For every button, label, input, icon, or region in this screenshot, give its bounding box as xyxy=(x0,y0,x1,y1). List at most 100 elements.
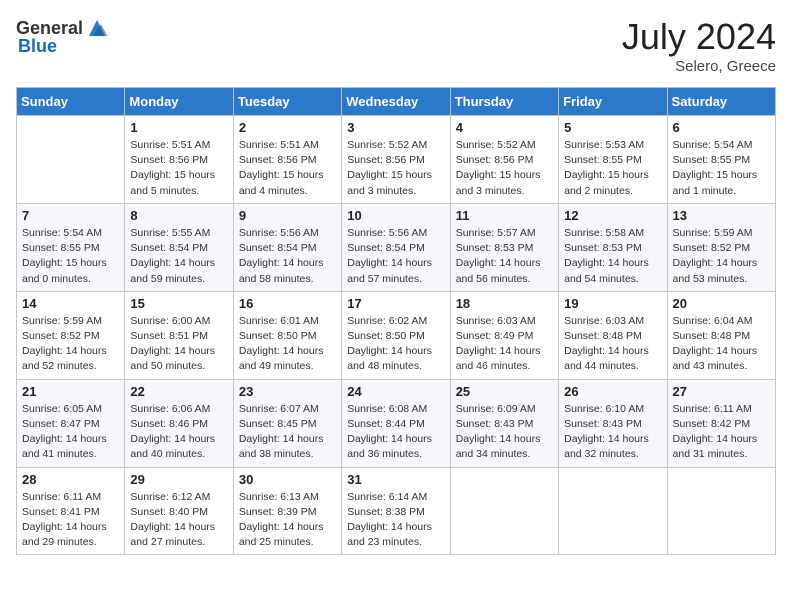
day-info: Sunrise: 6:07 AM Sunset: 8:45 PM Dayligh… xyxy=(239,402,336,463)
calendar-cell: 11 Sunrise: 5:57 AM Sunset: 8:53 PM Dayli… xyxy=(450,203,558,291)
day-info: Sunrise: 5:57 AM Sunset: 8:53 PM Dayligh… xyxy=(456,226,553,287)
calendar-cell: 15 Sunrise: 6:00 AM Sunset: 8:51 PM Dayli… xyxy=(125,291,233,379)
calendar-cell: 19Sunrise: 6:03 AM Sunset: 8:48 PM Dayli… xyxy=(559,291,667,379)
day-info: Sunrise: 6:03 AM Sunset: 8:48 PM Dayligh… xyxy=(564,314,661,375)
day-info: Sunrise: 5:54 AM Sunset: 8:55 PM Dayligh… xyxy=(673,138,770,199)
calendar-cell: 21 Sunrise: 6:05 AM Sunset: 8:47 PM Dayli… xyxy=(17,379,125,467)
calendar-body: 1 Sunrise: 5:51 AM Sunset: 8:56 PM Daylig… xyxy=(17,116,776,555)
calendar-cell: 3 Sunrise: 5:52 AM Sunset: 8:56 PM Daylig… xyxy=(342,116,450,204)
day-info: Sunrise: 5:59 AM Sunset: 8:52 PM Dayligh… xyxy=(673,226,770,287)
calendar-cell xyxy=(450,467,558,555)
day-number: 21 xyxy=(22,384,119,399)
calendar-cell: 16 Sunrise: 6:01 AM Sunset: 8:50 PM Dayli… xyxy=(233,291,341,379)
calendar-cell: 23Sunrise: 6:07 AM Sunset: 8:45 PM Dayli… xyxy=(233,379,341,467)
weekday-header: Tuesday xyxy=(233,88,341,116)
month-year: July 2024 xyxy=(622,16,776,58)
day-info: Sunrise: 6:11 AM Sunset: 8:41 PM Dayligh… xyxy=(22,490,119,551)
calendar-cell: 31 Sunrise: 6:14 AM Sunset: 8:38 PM Dayli… xyxy=(342,467,450,555)
day-info: Sunrise: 6:01 AM Sunset: 8:50 PM Dayligh… xyxy=(239,314,336,375)
day-number: 16 xyxy=(239,296,336,311)
day-info: Sunrise: 6:03 AM Sunset: 8:49 PM Dayligh… xyxy=(456,314,553,375)
day-number: 1 xyxy=(130,120,227,135)
day-info: Sunrise: 5:52 AM Sunset: 8:56 PM Dayligh… xyxy=(347,138,444,199)
day-number: 22 xyxy=(130,384,227,399)
header-row: SundayMondayTuesdayWednesdayThursdayFrid… xyxy=(17,88,776,116)
day-info: Sunrise: 5:56 AM Sunset: 8:54 PM Dayligh… xyxy=(239,226,336,287)
day-info: Sunrise: 6:02 AM Sunset: 8:50 PM Dayligh… xyxy=(347,314,444,375)
day-info: Sunrise: 6:10 AM Sunset: 8:43 PM Dayligh… xyxy=(564,402,661,463)
day-info: Sunrise: 5:59 AM Sunset: 8:52 PM Dayligh… xyxy=(22,314,119,375)
day-number: 28 xyxy=(22,472,119,487)
logo-icon xyxy=(85,16,109,40)
day-info: Sunrise: 6:00 AM Sunset: 8:51 PM Dayligh… xyxy=(130,314,227,375)
day-info: Sunrise: 5:54 AM Sunset: 8:55 PM Dayligh… xyxy=(22,226,119,287)
weekday-header: Saturday xyxy=(667,88,775,116)
day-number: 6 xyxy=(673,120,770,135)
page-header: General Blue July 2024 Selero, Greece xyxy=(16,16,776,75)
calendar-cell: 2 Sunrise: 5:51 AM Sunset: 8:56 PM Daylig… xyxy=(233,116,341,204)
day-info: Sunrise: 5:55 AM Sunset: 8:54 PM Dayligh… xyxy=(130,226,227,287)
calendar-cell: 9 Sunrise: 5:56 AM Sunset: 8:54 PM Daylig… xyxy=(233,203,341,291)
day-number: 25 xyxy=(456,384,553,399)
day-info: Sunrise: 6:13 AM Sunset: 8:39 PM Dayligh… xyxy=(239,490,336,551)
calendar-cell: 7 Sunrise: 5:54 AM Sunset: 8:55 PM Daylig… xyxy=(17,203,125,291)
day-info: Sunrise: 5:58 AM Sunset: 8:53 PM Dayligh… xyxy=(564,226,661,287)
calendar-cell: 12 Sunrise: 5:58 AM Sunset: 8:53 PM Dayli… xyxy=(559,203,667,291)
calendar-week-row: 7 Sunrise: 5:54 AM Sunset: 8:55 PM Daylig… xyxy=(17,203,776,291)
calendar-cell: 14Sunrise: 5:59 AM Sunset: 8:52 PM Dayli… xyxy=(17,291,125,379)
day-number: 27 xyxy=(673,384,770,399)
day-info: Sunrise: 6:14 AM Sunset: 8:38 PM Dayligh… xyxy=(347,490,444,551)
day-number: 4 xyxy=(456,120,553,135)
day-number: 7 xyxy=(22,208,119,223)
day-info: Sunrise: 6:09 AM Sunset: 8:43 PM Dayligh… xyxy=(456,402,553,463)
day-number: 2 xyxy=(239,120,336,135)
day-info: Sunrise: 5:56 AM Sunset: 8:54 PM Dayligh… xyxy=(347,226,444,287)
weekday-header: Monday xyxy=(125,88,233,116)
day-info: Sunrise: 6:05 AM Sunset: 8:47 PM Dayligh… xyxy=(22,402,119,463)
calendar-cell xyxy=(17,116,125,204)
calendar-cell: 24Sunrise: 6:08 AM Sunset: 8:44 PM Dayli… xyxy=(342,379,450,467)
calendar-header: SundayMondayTuesdayWednesdayThursdayFrid… xyxy=(17,88,776,116)
weekday-header: Friday xyxy=(559,88,667,116)
day-info: Sunrise: 6:08 AM Sunset: 8:44 PM Dayligh… xyxy=(347,402,444,463)
calendar-cell: 13Sunrise: 5:59 AM Sunset: 8:52 PM Dayli… xyxy=(667,203,775,291)
logo: General Blue xyxy=(16,16,109,57)
calendar-cell xyxy=(559,467,667,555)
calendar-week-row: 28 Sunrise: 6:11 AM Sunset: 8:41 PM Dayli… xyxy=(17,467,776,555)
day-number: 11 xyxy=(456,208,553,223)
day-number: 26 xyxy=(564,384,661,399)
day-info: Sunrise: 5:51 AM Sunset: 8:56 PM Dayligh… xyxy=(130,138,227,199)
calendar-cell: 22 Sunrise: 6:06 AM Sunset: 8:46 PM Dayli… xyxy=(125,379,233,467)
day-number: 17 xyxy=(347,296,444,311)
calendar-cell: 4Sunrise: 5:52 AM Sunset: 8:56 PM Daylig… xyxy=(450,116,558,204)
day-number: 15 xyxy=(130,296,227,311)
day-number: 29 xyxy=(130,472,227,487)
day-info: Sunrise: 6:06 AM Sunset: 8:46 PM Dayligh… xyxy=(130,402,227,463)
calendar-cell: 20Sunrise: 6:04 AM Sunset: 8:48 PM Dayli… xyxy=(667,291,775,379)
weekday-header: Sunday xyxy=(17,88,125,116)
day-number: 10 xyxy=(347,208,444,223)
weekday-header: Wednesday xyxy=(342,88,450,116)
day-number: 30 xyxy=(239,472,336,487)
location: Selero, Greece xyxy=(622,58,776,75)
calendar-cell xyxy=(667,467,775,555)
calendar-week-row: 1 Sunrise: 5:51 AM Sunset: 8:56 PM Daylig… xyxy=(17,116,776,204)
day-info: Sunrise: 5:51 AM Sunset: 8:56 PM Dayligh… xyxy=(239,138,336,199)
calendar-cell: 17 Sunrise: 6:02 AM Sunset: 8:50 PM Dayli… xyxy=(342,291,450,379)
day-number: 9 xyxy=(239,208,336,223)
calendar-cell: 30 Sunrise: 6:13 AM Sunset: 8:39 PM Dayli… xyxy=(233,467,341,555)
day-number: 12 xyxy=(564,208,661,223)
calendar-cell: 6 Sunrise: 5:54 AM Sunset: 8:55 PM Daylig… xyxy=(667,116,775,204)
calendar-week-row: 21 Sunrise: 6:05 AM Sunset: 8:47 PM Dayli… xyxy=(17,379,776,467)
title-block: July 2024 Selero, Greece xyxy=(622,16,776,75)
day-info: Sunrise: 5:53 AM Sunset: 8:55 PM Dayligh… xyxy=(564,138,661,199)
day-number: 31 xyxy=(347,472,444,487)
day-number: 3 xyxy=(347,120,444,135)
calendar-cell: 27Sunrise: 6:11 AM Sunset: 8:42 PM Dayli… xyxy=(667,379,775,467)
day-number: 20 xyxy=(673,296,770,311)
calendar-cell: 8Sunrise: 5:55 AM Sunset: 8:54 PM Daylig… xyxy=(125,203,233,291)
logo-blue: Blue xyxy=(18,36,57,57)
calendar-cell: 10 Sunrise: 5:56 AM Sunset: 8:54 PM Dayli… xyxy=(342,203,450,291)
calendar-table: SundayMondayTuesdayWednesdayThursdayFrid… xyxy=(16,87,776,555)
calendar-cell: 28 Sunrise: 6:11 AM Sunset: 8:41 PM Dayli… xyxy=(17,467,125,555)
